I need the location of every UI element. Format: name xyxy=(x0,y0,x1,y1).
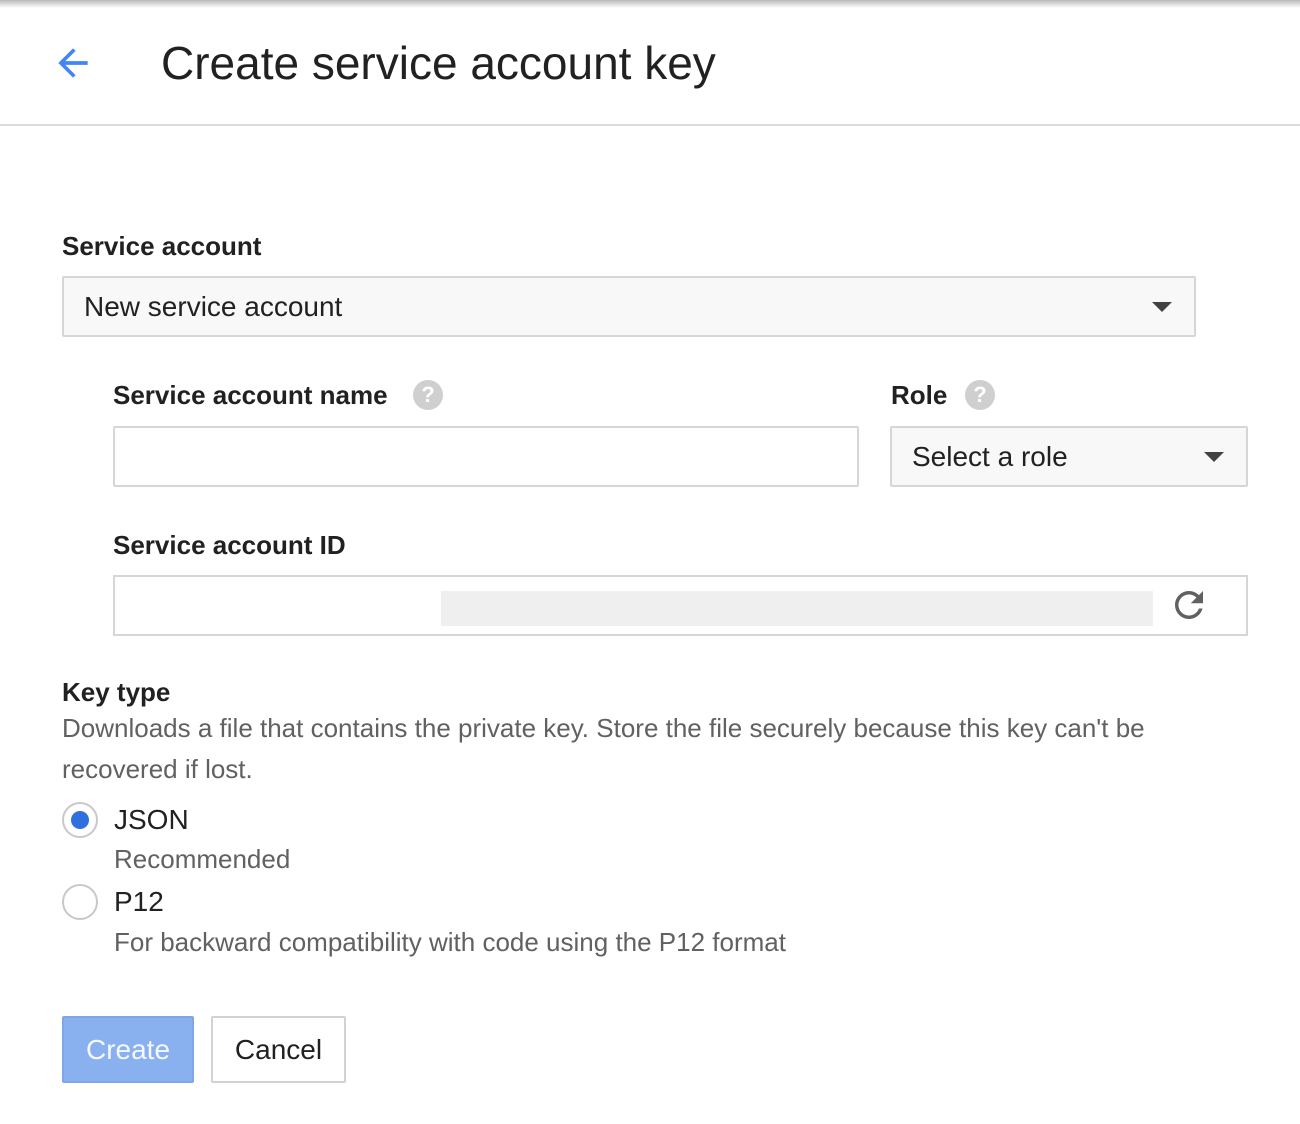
json-radio[interactable] xyxy=(62,802,98,838)
back-button[interactable] xyxy=(44,36,102,94)
role-selected-value: Select a role xyxy=(912,440,1068,474)
dropdown-caret-icon xyxy=(1204,452,1224,462)
refresh-id-button[interactable] xyxy=(1167,585,1211,629)
arrow-back-icon xyxy=(51,41,95,90)
top-shadow xyxy=(0,0,1300,8)
dropdown-caret-icon xyxy=(1152,302,1172,312)
p12-option-label: P12 xyxy=(114,885,164,919)
key-type-description: Downloads a file that contains the priva… xyxy=(62,708,1222,790)
json-option-sublabel: Recommended xyxy=(114,843,290,875)
cancel-button[interactable]: Cancel xyxy=(211,1016,346,1083)
service-account-id-value xyxy=(441,591,1153,626)
service-account-label: Service account xyxy=(62,230,261,262)
page-header: Create service account key xyxy=(0,0,1300,126)
role-select[interactable]: Select a role xyxy=(890,426,1248,487)
create-key-page: Create service account key Service accou… xyxy=(0,0,1300,1124)
p12-option-sublabel: For backward compatibility with code usi… xyxy=(114,926,786,958)
service-account-name-input[interactable] xyxy=(113,426,859,487)
json-option-label: JSON xyxy=(114,803,189,837)
service-account-name-label: Service account name xyxy=(113,379,388,411)
service-account-selected-value: New service account xyxy=(84,290,342,324)
key-type-label: Key type xyxy=(62,676,170,708)
refresh-icon xyxy=(1168,584,1210,631)
service-account-id-label: Service account ID xyxy=(113,529,346,561)
role-label: Role xyxy=(891,379,947,411)
help-icon[interactable]: ? xyxy=(965,380,995,410)
create-button[interactable]: Create xyxy=(62,1016,194,1083)
page-title: Create service account key xyxy=(161,36,716,90)
help-icon[interactable]: ? xyxy=(413,380,443,410)
service-account-id-input[interactable] xyxy=(113,575,1248,636)
p12-radio[interactable] xyxy=(62,884,98,920)
service-account-select[interactable]: New service account xyxy=(62,276,1196,337)
